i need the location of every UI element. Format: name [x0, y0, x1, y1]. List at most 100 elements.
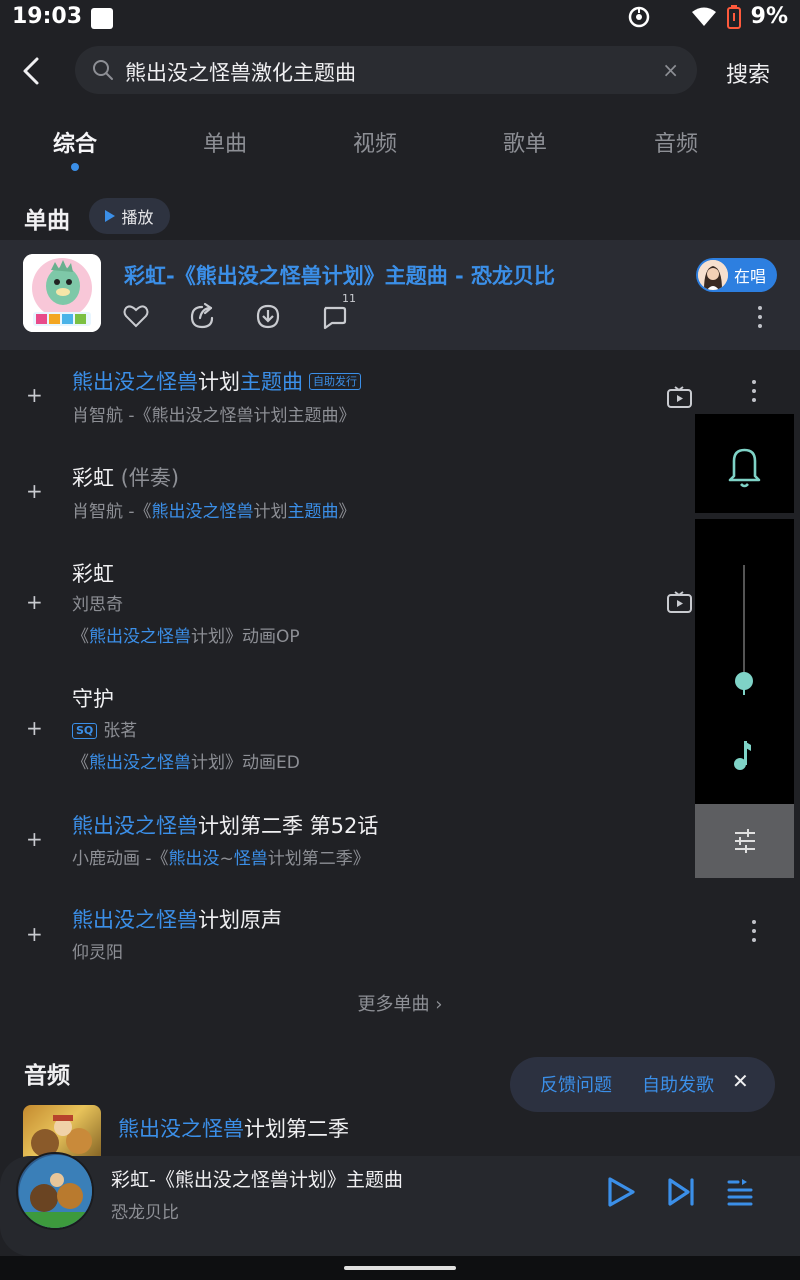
search-icon [93, 60, 113, 80]
sing-label: 在唱 [734, 267, 767, 286]
tab-audio[interactable]: 音频 [636, 126, 716, 158]
song-row[interactable]: + 熊出没之怪兽计划第二季 第52话 小鹿动画 -《熊出没~怪兽计划第二季》 [0, 794, 800, 890]
comment-count: 11 [342, 292, 356, 305]
songs-section-title: 单曲 [24, 208, 70, 234]
tab-overview[interactable]: 综合 [35, 126, 115, 158]
music-note-icon [734, 741, 751, 770]
more-songs-link[interactable]: 更多单曲 › [0, 990, 800, 1016]
sound-settings-button[interactable] [695, 804, 794, 878]
now-playing-artist: 恐龙贝比 [111, 1203, 179, 1223]
battery-icon [726, 4, 741, 29]
self-publish-tag: 自助发行 [309, 373, 361, 390]
wifi-icon [691, 7, 716, 26]
skip-next-icon [668, 1178, 694, 1206]
song-album: 《熊出没之怪兽计划》动画OP [72, 627, 300, 647]
status-bar: 19:03 9% [0, 0, 800, 38]
play-icon [608, 1177, 635, 1207]
audio-section-title: 音频 [24, 1063, 70, 1089]
status-time: 19:03 [12, 4, 83, 29]
close-popup-button[interactable]: ✕ [732, 1069, 749, 1093]
add-icon[interactable]: + [26, 716, 43, 740]
song-title: 熊出没之怪兽计划原声 [72, 908, 282, 932]
share-button[interactable] [188, 302, 216, 330]
song-row[interactable]: + 熊出没之怪兽计划原声 仰灵阳 [0, 890, 800, 980]
back-arrow-icon [23, 57, 39, 85]
now-playing-cover[interactable] [16, 1152, 94, 1230]
tab-songs[interactable]: 单曲 [185, 126, 265, 158]
now-playing-title: 彩虹-《熊出没之怪兽计划》主题曲 [111, 1169, 403, 1191]
song-title: 彩虹 [72, 562, 114, 586]
song-title: 守护 [72, 687, 114, 711]
sync-icon [628, 6, 649, 27]
singer-avatar [698, 260, 728, 290]
featured-actions: 11 [122, 292, 356, 330]
next-button[interactable] [666, 1177, 696, 1211]
tab-indicator [71, 163, 79, 171]
song-subtitle: 肖智航 -《熊出没之怪兽计划主题曲》 [72, 502, 356, 522]
song-album: 《熊出没之怪兽计划》动画ED [72, 753, 300, 773]
add-icon[interactable]: + [26, 922, 43, 946]
back-button[interactable] [16, 54, 50, 88]
song-row[interactable]: + 守护 SQ 张茗 《熊出没之怪兽计划》动画ED [0, 668, 800, 794]
featured-song-title: 彩虹-《熊出没之怪兽计划》主题曲 - 恐龙贝比 [124, 264, 556, 288]
song-more-button[interactable] [751, 380, 757, 402]
comment-button[interactable]: 11 [320, 292, 356, 330]
mv-icon[interactable] [667, 591, 692, 613]
song-row[interactable]: + 彩虹 刘思奇 《熊出没之怪兽计划》动画OP [0, 542, 800, 668]
sq-badge: SQ [72, 723, 98, 739]
song-subtitle: 肖智航 -《熊出没之怪兽计划主题曲》 [72, 406, 356, 426]
song-row[interactable]: + 彩虹 (伴奏) 肖智航 -《熊出没之怪兽计划主题曲》 [0, 446, 800, 542]
search-query: 熊出没之怪兽激化主题曲 [125, 61, 356, 85]
comment-icon [323, 306, 347, 330]
add-icon[interactable]: + [26, 590, 43, 614]
result-tabs: 综合 单曲 视频 歌单 音频 [0, 120, 800, 171]
song-artist-row: SQ 张茗 [72, 716, 137, 741]
heart-icon [123, 305, 149, 328]
download-icon [256, 304, 280, 329]
add-icon[interactable]: + [26, 383, 43, 407]
audio-item-title[interactable]: 熊出没之怪兽计划第二季 [118, 1113, 349, 1143]
search-button[interactable]: 搜索 [726, 57, 770, 89]
tab-videos[interactable]: 视频 [335, 126, 415, 158]
home-gesture-handle[interactable] [344, 1266, 456, 1270]
status-icons: 9% [627, 4, 788, 29]
self-publish-link[interactable]: 自助发歌 [642, 1071, 714, 1097]
song-more-button[interactable] [751, 920, 757, 942]
search-input[interactable]: 熊出没之怪兽激化主题曲 × [75, 46, 697, 94]
share-icon [190, 302, 214, 329]
notification-icon [91, 8, 113, 29]
feedback-popup: 反馈问题 自助发歌 ✕ [510, 1057, 775, 1112]
bell-icon [728, 448, 761, 488]
system-nav-bar [0, 1256, 800, 1280]
clear-search-button[interactable]: × [662, 58, 679, 82]
like-button[interactable] [122, 302, 150, 330]
play-all-button[interactable]: 播放 [89, 198, 170, 234]
play-button[interactable] [606, 1176, 636, 1212]
song-title: 熊出没之怪兽计划第二季 第52话 [72, 814, 379, 838]
add-icon[interactable]: + [26, 827, 43, 851]
featured-cover [23, 254, 101, 332]
play-icon [105, 210, 116, 222]
tab-playlists[interactable]: 歌单 [485, 126, 565, 158]
battery-percent: 9% [750, 4, 788, 29]
volume-slider[interactable] [695, 519, 794, 804]
playlist-icon [727, 1179, 753, 1206]
mv-icon[interactable] [667, 386, 692, 408]
ringer-button[interactable] [695, 414, 794, 513]
equalizer-icon [735, 829, 755, 853]
volume-slider-panel[interactable] [695, 519, 794, 804]
song-title: 彩虹 (伴奏) [72, 466, 180, 490]
report-issue-link[interactable]: 反馈问题 [540, 1071, 612, 1097]
download-button[interactable] [254, 302, 282, 330]
song-subtitle: 仰灵阳 [72, 943, 123, 963]
add-icon[interactable]: + [26, 479, 43, 503]
sing-badge[interactable]: 在唱 [696, 258, 777, 292]
playlist-button[interactable] [727, 1178, 755, 1210]
song-subtitle: 小鹿动画 -《熊出没~怪兽计划第二季》 [72, 849, 370, 869]
song-title: 熊出没之怪兽计划主题曲 自助发行 [72, 366, 361, 396]
song-artist: 刘思奇 [72, 595, 123, 615]
song-row[interactable]: + 熊出没之怪兽计划主题曲 自助发行 肖智航 -《熊出没之怪兽计划主题曲》 [0, 350, 800, 446]
play-all-label: 播放 [121, 208, 154, 227]
featured-more-button[interactable] [757, 306, 763, 328]
featured-song-card[interactable]: 彩虹-《熊出没之怪兽计划》主题曲 - 恐龙贝比 11 在唱 [0, 240, 800, 350]
